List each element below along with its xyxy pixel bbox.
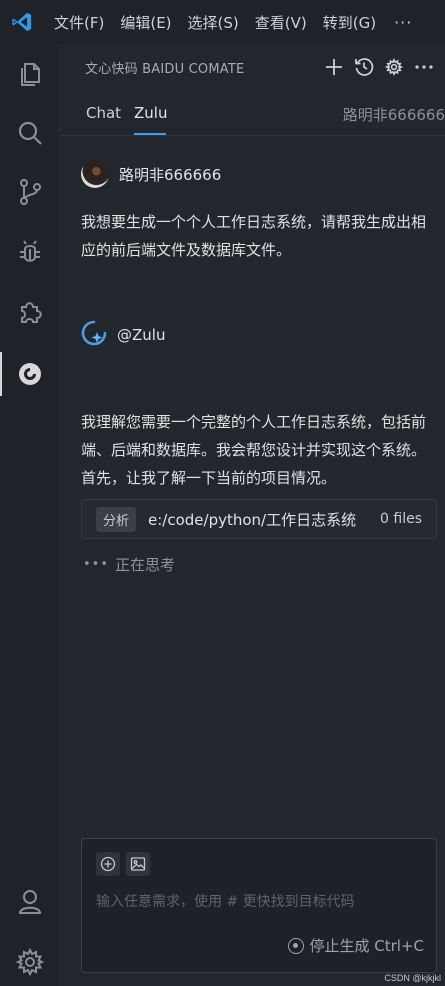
gear-icon[interactable] xyxy=(0,934,60,986)
chat-input[interactable]: 输入任意需求，使用 # 更快找到目标代码 xyxy=(96,891,355,911)
vscode-logo-icon xyxy=(0,0,44,44)
thinking-status: ••• 正在思考 xyxy=(83,554,175,575)
files-icon[interactable] xyxy=(0,46,60,102)
menu-selection[interactable]: 选择(S) xyxy=(180,12,247,33)
more-icon[interactable] xyxy=(409,52,439,82)
tab-user-name: 路明非666666 xyxy=(342,106,445,124)
title-bar: 文件(F) 编辑(E) 选择(S) 查看(V) 转到(G) ··· xyxy=(0,0,445,44)
comate-icon[interactable] xyxy=(0,346,60,402)
menu-view[interactable]: 查看(V) xyxy=(247,12,315,33)
menu-file[interactable]: 文件(F) xyxy=(44,12,112,33)
panel-header: 文心快码 BAIDU COMATE xyxy=(61,44,445,90)
bot-message-header: @Zulu xyxy=(81,320,165,350)
add-context-icon[interactable] xyxy=(96,852,120,876)
analysis-badge: 分析 xyxy=(96,506,137,532)
comate-panel: 文心快码 BAIDU COMATE Chat Zulu 路明非666666 路明… xyxy=(61,44,445,986)
chat-input-box[interactable]: 输入任意需求，使用 # 更快找到目标代码 停止生成 Ctrl+C xyxy=(81,838,437,973)
extensions-icon[interactable] xyxy=(0,284,60,340)
analysis-card[interactable]: 分析 e:/code/python/工作日志系统 0 files xyxy=(81,499,437,539)
chat-tabs: Chat Zulu 路明非666666 xyxy=(61,90,445,136)
activity-bar xyxy=(0,44,60,986)
user-name: 路明非666666 xyxy=(119,165,222,184)
stop-generation-button[interactable]: 停止生成 Ctrl+C xyxy=(287,935,425,956)
thinking-text: 正在思考 xyxy=(115,556,176,574)
plus-icon[interactable] xyxy=(319,52,349,82)
active-tab-indicator xyxy=(134,133,166,135)
menu-edit[interactable]: 编辑(E) xyxy=(112,12,179,33)
stop-icon xyxy=(287,937,304,954)
user-message-header: 路明非666666 xyxy=(81,160,221,188)
user-message: 我想要生成一个个人工作日志系统，请帮我生成出相应的前后端文件及数据库文件。 xyxy=(81,213,427,259)
search-icon[interactable] xyxy=(0,106,60,162)
source-control-icon[interactable] xyxy=(0,164,60,220)
panel-title: 文心快码 BAIDU COMATE xyxy=(85,61,245,77)
account-icon[interactable] xyxy=(0,874,60,930)
analysis-path: e:/code/python/工作日志系统 xyxy=(148,510,357,529)
stop-generation-label: 停止生成 Ctrl+C xyxy=(309,937,425,955)
tab-zulu[interactable]: Zulu xyxy=(134,104,167,122)
bot-message: 我理解您需要一个完整的个人工作日志系统，包括前端、后端和数据库。我会帮您设计并实… xyxy=(81,413,427,487)
panel-header-actions xyxy=(319,44,439,90)
avatar xyxy=(81,160,109,188)
image-upload-icon[interactable] xyxy=(126,852,150,876)
history-icon[interactable] xyxy=(349,52,379,82)
watermark: CSDN @kjkjkl xyxy=(384,973,441,983)
bot-name: @Zulu xyxy=(117,326,166,344)
analysis-file-count: 0 files xyxy=(380,511,422,527)
tab-chat[interactable]: Chat xyxy=(86,104,121,122)
zulu-logo-icon xyxy=(81,320,107,350)
menu-more-icon[interactable]: ··· xyxy=(384,13,420,32)
menu-go[interactable]: 转到(G) xyxy=(315,12,384,33)
thinking-dots-icon: ••• xyxy=(83,557,110,572)
debug-icon[interactable] xyxy=(0,224,60,280)
gear-icon[interactable] xyxy=(379,52,409,82)
menu-bar: 文件(F) 编辑(E) 选择(S) 查看(V) 转到(G) ··· xyxy=(44,0,420,44)
